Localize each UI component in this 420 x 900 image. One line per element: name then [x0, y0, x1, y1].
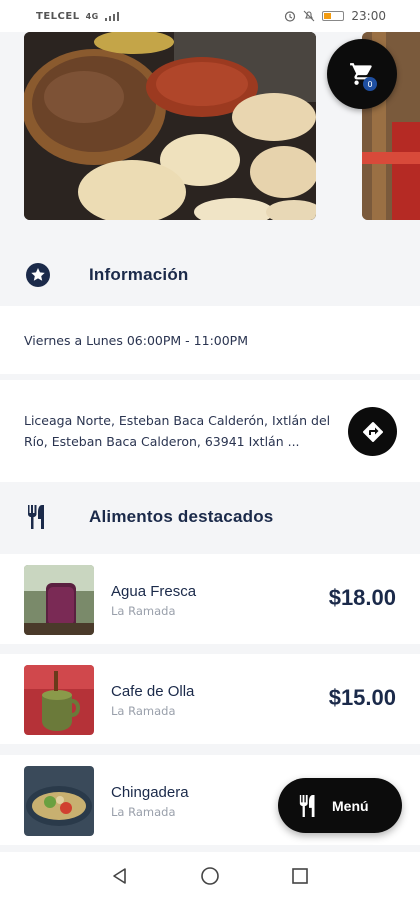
- info-section-header: Información: [0, 244, 420, 306]
- food-thumbnail: [24, 766, 94, 836]
- food-name: Cafe de Olla: [111, 683, 195, 700]
- food-thumbnail: [24, 665, 94, 735]
- recents-icon[interactable]: [290, 866, 310, 886]
- signal-icon: [104, 11, 119, 21]
- status-bar: TELCEL 4G 23:00: [0, 0, 420, 32]
- hero-image-food[interactable]: [24, 32, 316, 220]
- food-name: Agua Fresca: [111, 583, 197, 600]
- cart-count-badge: 0: [363, 77, 377, 91]
- network-label: 4G: [85, 11, 99, 21]
- food-name: Chingadera: [111, 784, 189, 801]
- food-place: La Ramada: [111, 704, 176, 718]
- food-price: $15.00: [328, 685, 396, 710]
- food-item[interactable]: Agua Fresca La Ramada $18.00: [0, 554, 420, 644]
- food-place: La Ramada: [111, 805, 176, 819]
- address-card[interactable]: Liceaga Norte, Esteban Baca Calderón, Ix…: [0, 380, 420, 482]
- mute-icon: [304, 10, 315, 22]
- star-icon: [24, 261, 52, 289]
- status-left: TELCEL 4G: [36, 11, 119, 22]
- food-place: La Ramada: [111, 604, 176, 618]
- info-section-title: Información: [89, 265, 189, 284]
- food-item[interactable]: Cafe de Olla La Ramada $15.00: [0, 654, 420, 744]
- cart-button[interactable]: 0: [327, 39, 397, 109]
- hero-carousel[interactable]: 0: [0, 32, 420, 244]
- menu-button-label: Menú: [332, 797, 369, 814]
- opening-hours: Viernes a Lunes 06:00PM - 11:00PM: [24, 332, 249, 348]
- carrier-label: TELCEL: [36, 10, 80, 22]
- address-text: Liceaga Norte, Esteban Baca Calderón, Ix…: [24, 413, 331, 449]
- fork-knife-icon: [299, 794, 315, 817]
- directions-icon: [362, 421, 383, 442]
- food-price: $18.00: [328, 585, 396, 610]
- food-thumbnail: [24, 565, 94, 635]
- home-icon[interactable]: [200, 866, 220, 886]
- menu-button[interactable]: Menú: [278, 778, 402, 833]
- hours-card: Viernes a Lunes 06:00PM - 11:00PM: [0, 306, 420, 374]
- featured-section-title: Alimentos destacados: [89, 507, 274, 526]
- food-spread-illustration: [24, 32, 316, 220]
- fork-knife-icon: [24, 503, 52, 531]
- clock: 23:00: [351, 9, 386, 23]
- directions-button[interactable]: [348, 407, 397, 456]
- featured-section-header: Alimentos destacados: [0, 484, 420, 550]
- alarm-icon: [285, 11, 296, 22]
- system-nav-bar: [0, 852, 420, 900]
- back-icon[interactable]: [110, 866, 130, 886]
- battery-icon: [322, 11, 345, 21]
- status-right: 23:00: [284, 9, 386, 23]
